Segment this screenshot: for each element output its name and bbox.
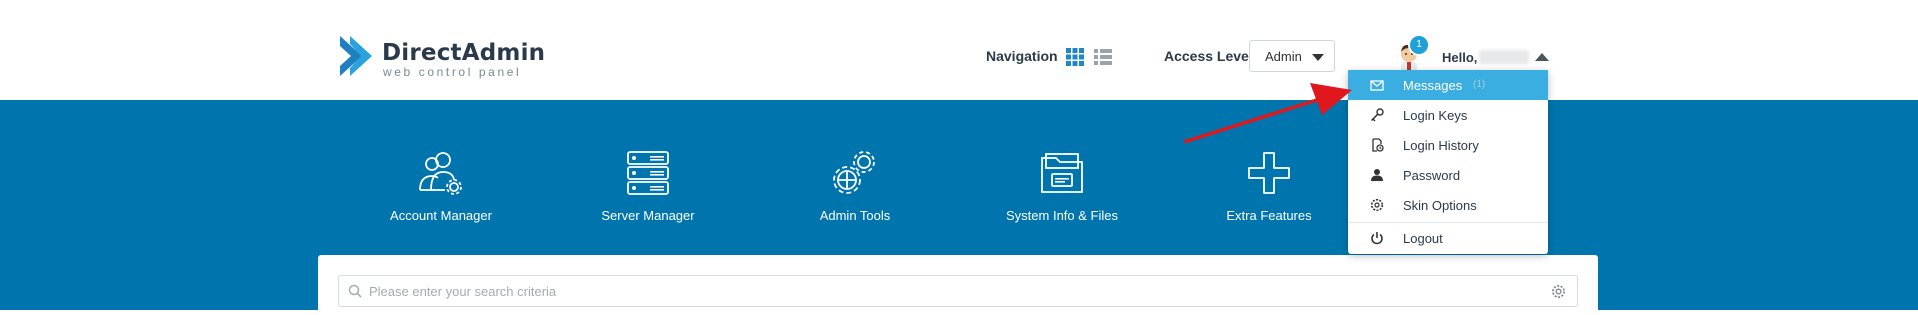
access-level-value: Admin [1265,49,1302,64]
search-icon [348,284,362,298]
grid-view-icon[interactable] [1066,48,1084,66]
power-icon [1371,232,1383,245]
notification-badge[interactable]: 1 [1408,34,1430,56]
menu-item-label: Login History [1403,138,1479,153]
category-label: Server Manager [601,208,695,223]
list-view-icon[interactable] [1094,48,1112,66]
category-label: Account Manager [390,208,492,223]
category-server-manager[interactable]: Server Manager [558,150,738,223]
server-manager-icon [627,151,669,195]
messages-count: (1) [1473,79,1486,90]
login-history-icon [1372,138,1384,152]
greeting: Hello, [1442,50,1478,65]
username-redacted [1479,50,1529,64]
menu-item-login-keys[interactable]: Login Keys [1348,100,1548,130]
top-header: DirectAdmin web control panel Navigation… [0,0,1918,100]
gear-icon[interactable] [1551,284,1566,299]
directadmin-logo-icon [340,36,372,76]
menu-item-logout[interactable]: Logout [1348,223,1548,253]
menu-item-skin-options[interactable]: Skin Options [1348,190,1548,220]
caret-up-icon[interactable] [1535,53,1549,61]
search-panel [318,255,1598,315]
brand-subtitle: web control panel [383,65,522,79]
user-menu: Messages (1) Login Keys Login History Pa… [1348,70,1548,254]
category-label: Admin Tools [819,208,891,223]
extra-features-icon [1248,152,1290,194]
admin-tools-icon [833,151,875,194]
category-admin-tools[interactable]: Admin Tools [765,150,945,223]
category-extra-features[interactable]: Extra Features [1179,150,1359,223]
category-account-manager[interactable]: Account Manager [351,150,531,223]
category-system-info-files[interactable]: System Info & Files [972,150,1152,223]
caret-down-icon [1312,54,1324,61]
key-icon [1370,108,1384,122]
user-icon [1371,169,1383,181]
menu-item-label: Messages [1403,78,1463,93]
category-label: System Info & Files [1006,208,1118,223]
search-box[interactable] [338,275,1578,307]
annotation-arrow [1183,83,1352,144]
menu-item-label: Skin Options [1403,198,1477,213]
account-manager-icon [419,152,462,195]
menu-item-password[interactable]: Password [1348,160,1548,190]
menu-item-label: Login Keys [1403,108,1468,123]
menu-item-login-history[interactable]: Login History [1348,130,1548,160]
search-input[interactable] [369,276,1539,306]
menu-item-label: Logout [1403,231,1443,246]
gear-icon [1370,198,1384,212]
directadmin-logo[interactable]: DirectAdmin web control panel [336,34,545,80]
menu-item-label: Password [1403,168,1461,183]
navigation-label: Navigation [986,48,1058,64]
menu-item-messages[interactable]: Messages (1) [1348,70,1548,100]
access-level-select[interactable]: Admin [1249,40,1335,72]
system-info-files-icon [1041,153,1083,193]
access-level-label: Access Level [1164,48,1253,64]
brand-title: DirectAdmin [382,40,546,66]
envelope-icon [1370,80,1384,91]
category-label: Extra Features [1226,208,1312,223]
